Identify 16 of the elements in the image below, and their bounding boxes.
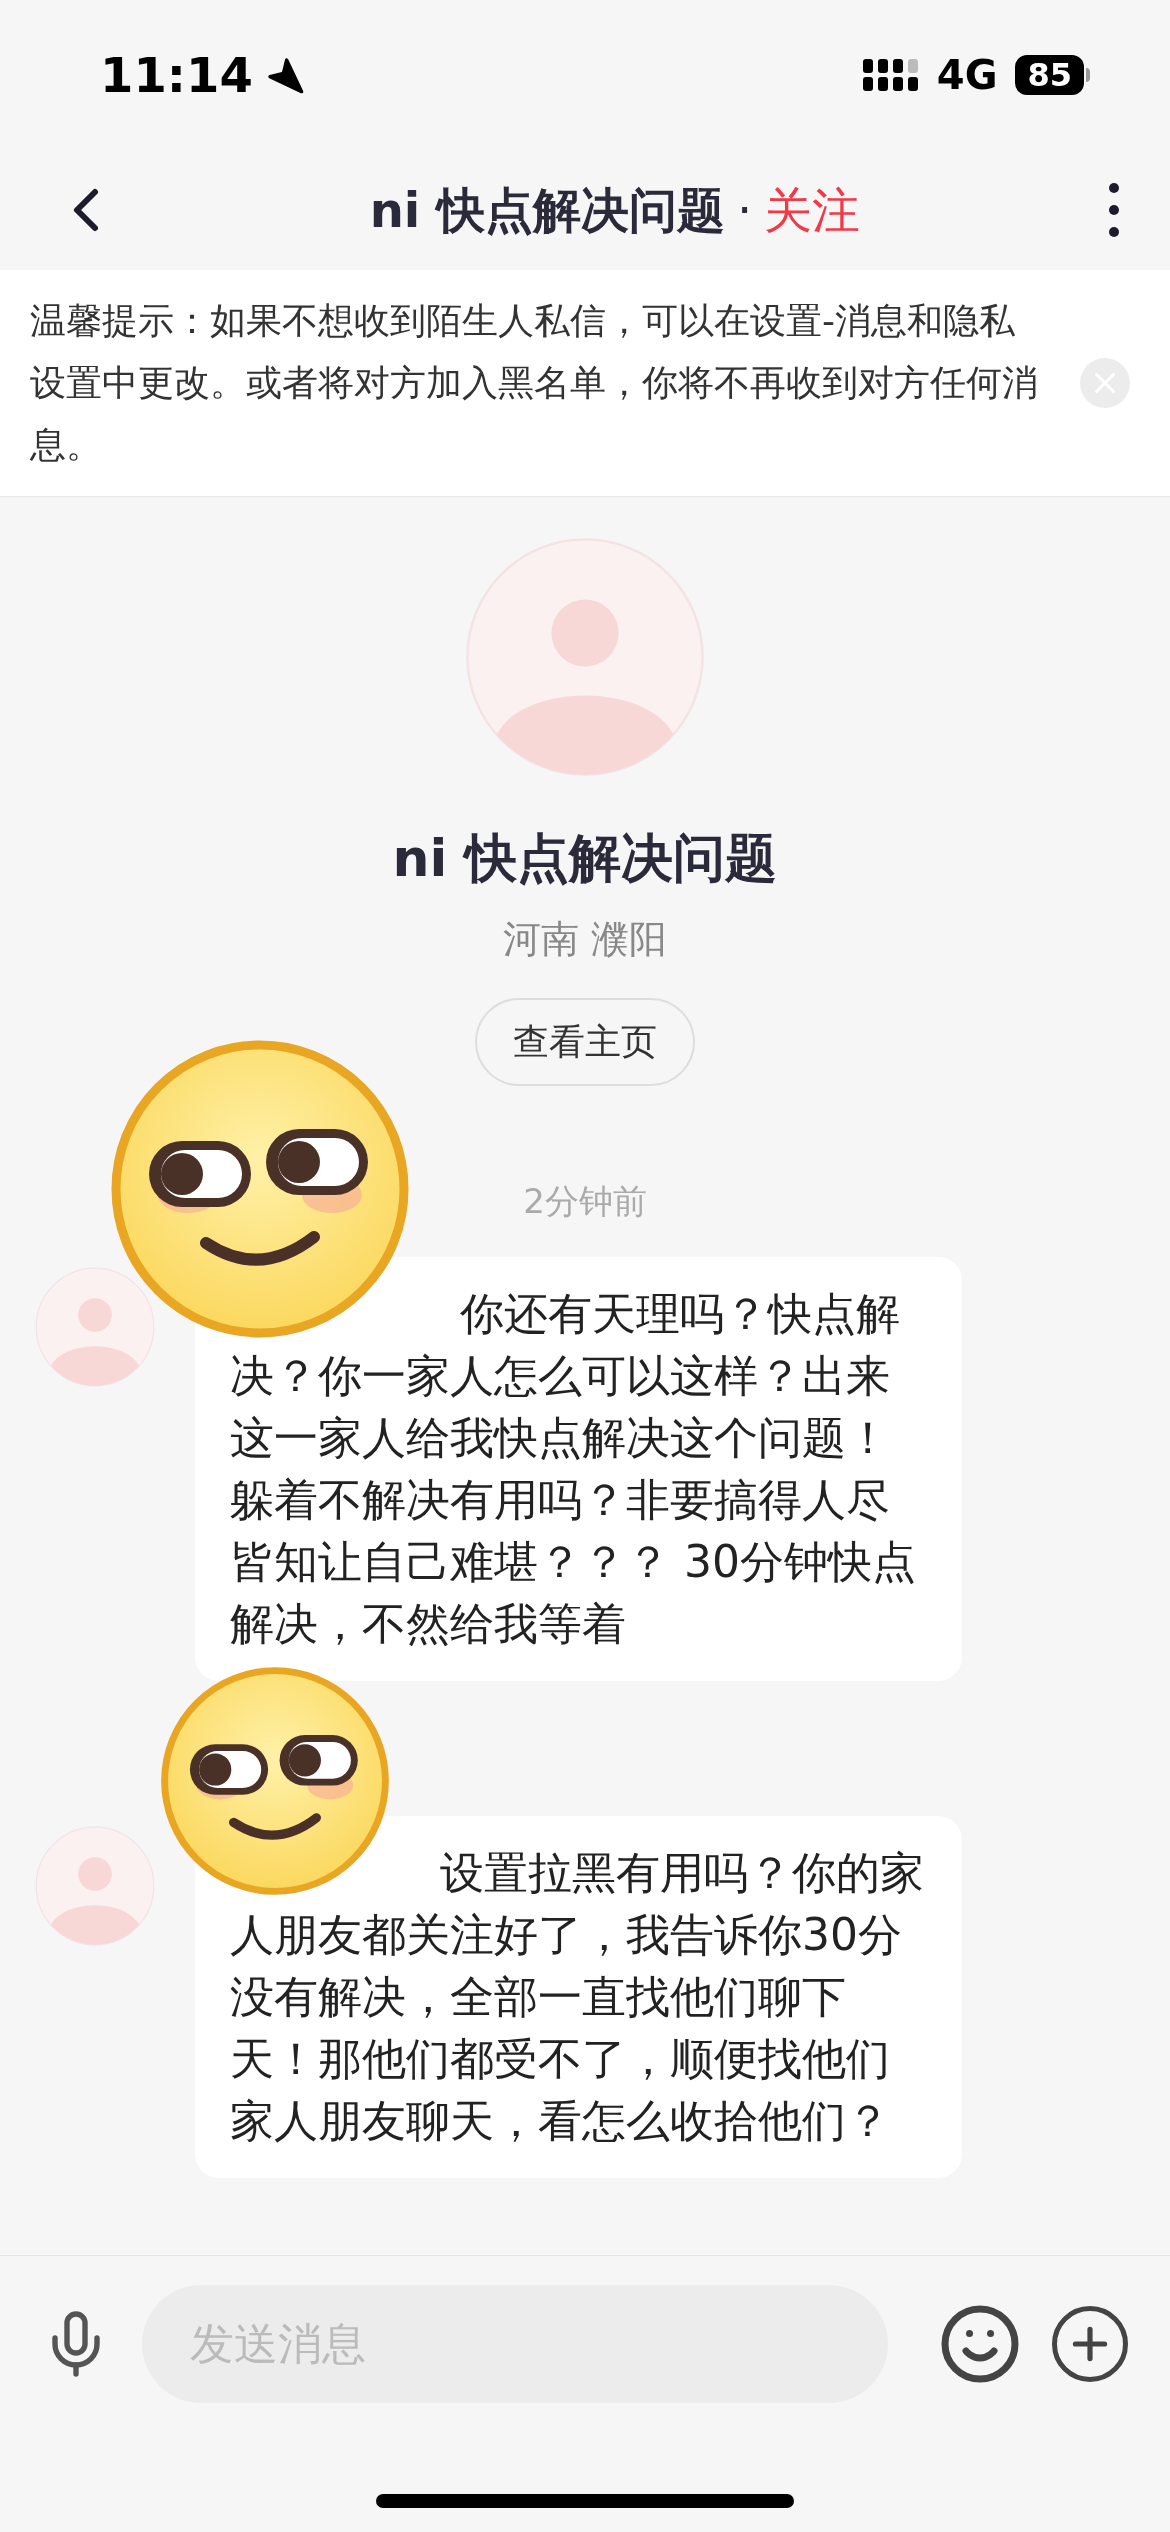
battery-level: 85	[1027, 59, 1072, 91]
message-time: 2分钟前	[523, 1180, 647, 1223]
title-separator: ·	[737, 181, 753, 240]
message-text: 你还有天理吗？快点解决？你一家人怎么可以这样？出来这一家人给我快点解决这个问题！躲着不解决有用吗？非要搞得人尽皆知让自己难堪？？？ 30分钟快点解决，不然给我等着	[230, 1287, 917, 1651]
notice-text: 温馨提示：如果不想收到陌生人私信，可以在设置-消息和隐私设置中更改。或者将对方加入黑名单，你将不再收到对方任何消息。	[30, 299, 1039, 467]
status-time: 11:14	[100, 46, 253, 105]
message-text: 设置拉黑有用吗？你的家人朋友都关注好了，我告诉你30分没有解决，全部一直找他们聊下天！那他们都受不了，顺便找他们家人朋友聊天，看怎么收拾他们？	[230, 1846, 925, 2148]
network-label: 4G	[936, 51, 998, 100]
chat-title: ni 快点解决问题	[369, 181, 726, 240]
view-profile-button[interactable]: 查看主页	[475, 998, 695, 1086]
more-icon[interactable]	[1108, 182, 1120, 238]
add-button[interactable]	[1052, 2305, 1128, 2382]
signal-icon	[862, 57, 919, 93]
profile-name: ni 快点解决问题	[392, 827, 778, 890]
profile-location: 河南 濮阳	[502, 916, 668, 963]
follow-link[interactable]: 关注	[764, 174, 861, 246]
